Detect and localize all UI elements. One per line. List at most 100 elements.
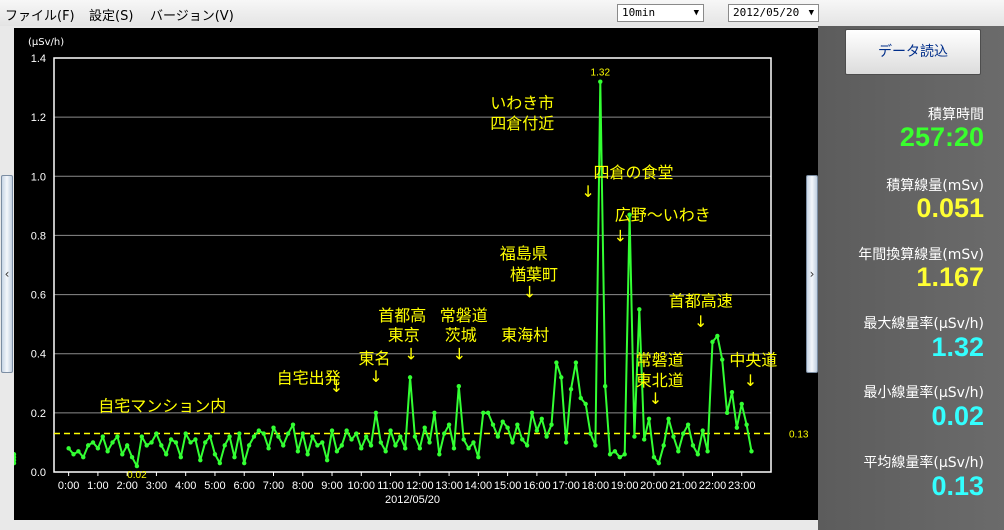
data-point (524, 443, 530, 448)
data-point (154, 431, 159, 436)
annotation-label: いわき市 (490, 93, 554, 112)
data-point (578, 395, 583, 401)
menu-file[interactable]: ファイル(F) (5, 5, 75, 24)
annotation-label: 東京 (388, 325, 420, 344)
annotation-label: 広野～いわき (615, 206, 711, 225)
data-point (432, 410, 437, 416)
min-rate-label: 最小線量率(μSv/h) (863, 385, 984, 401)
min-rate-value: 0.02 (931, 401, 984, 431)
menu-version[interactable]: バージョン(V) (150, 5, 234, 24)
data-point (324, 457, 330, 463)
x-tick-label: 0:00 (58, 480, 79, 492)
data-point (554, 360, 559, 365)
annual-dose-value: 1.167 (916, 262, 984, 292)
data-point (188, 440, 193, 445)
data-point (422, 425, 427, 430)
annotation-arrow: ↓ (523, 283, 536, 302)
annotation-label: 四倉の食堂 (593, 163, 673, 182)
data-point (666, 416, 671, 421)
menu-settings[interactable]: 設定(S) (89, 5, 133, 24)
stats-panel: データ読込 積算時間 257:20 積算線量(mSv) 0.051 年間換算線量… (818, 26, 1004, 530)
data-point (720, 357, 725, 362)
data-point (417, 446, 423, 451)
date-select[interactable]: 2012/05/20 ▼ (728, 4, 819, 22)
data-point (281, 443, 286, 448)
y-tick-label: 0.8 (31, 230, 46, 242)
data-point (76, 449, 81, 454)
data-point (646, 416, 652, 421)
data-point (222, 443, 227, 448)
data-point (734, 425, 740, 430)
x-tick-label: 5:00 (204, 480, 225, 492)
data-point (690, 443, 696, 448)
data-point (724, 410, 730, 416)
data-point (359, 446, 364, 451)
annotation-label: 自宅マンション内 (98, 396, 226, 415)
data-point (520, 437, 525, 442)
interval-select[interactable]: 10min ▼ (617, 4, 704, 22)
data-point (246, 443, 252, 448)
data-point (681, 431, 686, 436)
data-point (207, 434, 213, 439)
max-rate-label: 最大線量率(μSv/h) (863, 316, 984, 332)
data-point (588, 431, 593, 436)
data-point (383, 449, 388, 454)
annotation-label: 東北道 (636, 371, 684, 390)
x-tick-label: 4:00 (175, 480, 196, 492)
data-point (549, 422, 554, 427)
data-point (276, 434, 281, 439)
data-point (344, 428, 349, 433)
data-point (124, 443, 130, 448)
chevron-down-icon: ▼ (808, 8, 814, 18)
annotation-label: 茨城 (445, 325, 477, 344)
data-point (656, 460, 662, 466)
y-tick-label: 0.6 (31, 290, 46, 302)
data-point (583, 401, 588, 407)
data-point (710, 339, 715, 345)
data-point (110, 440, 115, 445)
data-point (471, 440, 476, 445)
data-point (310, 434, 315, 439)
data-point (398, 434, 403, 439)
data-point (559, 375, 564, 380)
data-point (427, 440, 432, 445)
data-point (349, 437, 354, 442)
data-point (198, 457, 203, 463)
data-point (461, 437, 466, 442)
data-point (407, 375, 413, 380)
data-point (612, 449, 618, 454)
x-tick-label: 16:00 (523, 480, 551, 492)
x-tick-label: 15:00 (494, 480, 522, 492)
y-tick-label: 0.2 (31, 408, 46, 420)
x-tick-label: 7:00 (263, 480, 284, 492)
scroll-left-button[interactable]: ‹ (1, 175, 13, 373)
annotation-label: 中央道 (729, 351, 777, 370)
avg-rate-label: 平均線量率(μSv/h) (863, 455, 984, 471)
data-point (368, 443, 374, 448)
data-point (159, 443, 164, 448)
data-point (466, 446, 471, 451)
data-point (183, 431, 188, 436)
x-tick-label: 9:00 (321, 480, 342, 492)
annotation-arrow: ↓ (404, 345, 417, 364)
data-point (363, 434, 369, 439)
data-point (129, 455, 135, 460)
data-point (271, 425, 276, 430)
data-point (120, 452, 125, 457)
total-dose-label: 積算線量(mSv) (886, 178, 984, 194)
data-point (573, 360, 579, 365)
data-point (168, 437, 174, 442)
total-time-value: 257:20 (899, 122, 984, 152)
x-tick-label: 20:00 (640, 480, 668, 492)
data-point (237, 431, 242, 436)
total-time-label: 積算時間 (928, 107, 984, 123)
data-point (671, 434, 676, 439)
x-tick-label: 1:00 (87, 480, 108, 492)
scroll-right-button[interactable]: › (806, 175, 818, 373)
x-tick-label: 12:00 (406, 480, 434, 492)
data-point (100, 434, 105, 439)
annotation-label: 東名 (358, 349, 390, 368)
data-point (393, 443, 398, 448)
load-data-button[interactable]: データ読込 (845, 29, 981, 75)
data-point (744, 422, 749, 427)
